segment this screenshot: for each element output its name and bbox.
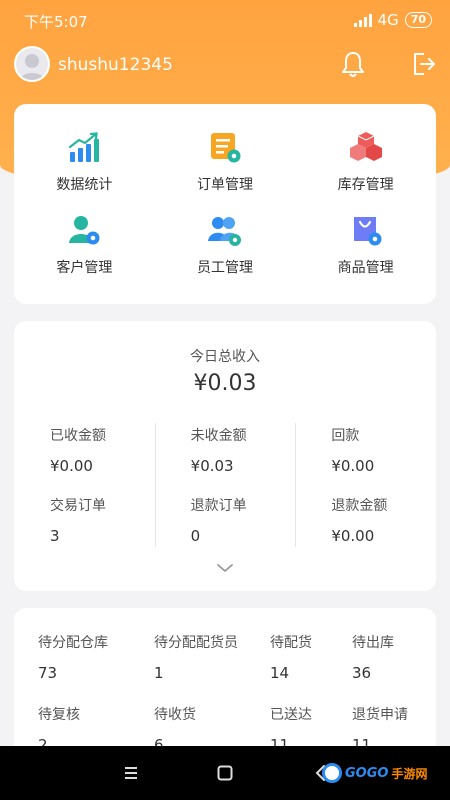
chevron-down-icon[interactable] (215, 561, 235, 575)
stat-label: 交易订单 (50, 498, 106, 514)
boxes-icon (349, 132, 382, 161)
menu-product-management[interactable]: 商品管理 (295, 207, 436, 290)
stat-value: ¥0.03 (190, 457, 234, 475)
income-stats: 已收金额 ¥0.00 交易订单 3 未收金额 ¥0.03 退款订单 0 回款 ¥… (14, 421, 436, 551)
menu-label: 数据统计 (56, 177, 113, 193)
username[interactable]: shushu12345 (58, 55, 173, 75)
order-status-count: 73 (38, 664, 58, 682)
status-right: 4G 70 (353, 11, 432, 29)
stat-value: 0 (190, 527, 201, 545)
battery-icon: 70 (404, 12, 432, 28)
menu-label: 员工管理 (196, 260, 253, 276)
stat-label: 回款 (331, 428, 360, 444)
order-status-label: 待配货 (270, 635, 312, 651)
menu-label: 订单管理 (196, 177, 253, 193)
stats-column: 已收金额 ¥0.00 交易订单 3 (14, 421, 155, 561)
watermark-text: GOGO (345, 765, 389, 781)
bar-chart-icon (69, 132, 100, 162)
menu-customer-management[interactable]: 客户管理 (14, 207, 155, 290)
stat-label: 退款金额 (331, 498, 388, 514)
menu-staff-management[interactable]: 员工管理 (155, 207, 296, 290)
system-nav-bar: GOGO 手游网 (0, 746, 450, 800)
order-status-item[interactable]: 待配货 14 (270, 632, 352, 704)
bag-icon (353, 217, 382, 246)
menu-inventory-management[interactable]: 库存管理 (295, 124, 436, 207)
stat-label: 已收金额 (50, 428, 106, 444)
order-status-label: 待分配配货员 (154, 635, 238, 651)
customer-icon (69, 216, 100, 245)
watermark: GOGO 手游网 (322, 763, 427, 783)
bell-icon[interactable] (340, 50, 366, 78)
order-status-count: 36 (352, 664, 372, 682)
function-menu-grid: 数据统计 订单管理 库存管理 客户管理 员工管理 商品管理 (14, 104, 436, 304)
order-status-label: 待分配仓库 (38, 635, 108, 651)
stat-refund-amount[interactable]: 退款金额 ¥0.00 (331, 495, 436, 561)
menu-label: 库存管理 (337, 177, 394, 193)
top-bar: shushu12345 (0, 44, 450, 88)
stats-column: 未收金额 ¥0.03 退款订单 0 (154, 421, 296, 561)
network-type: 4G (377, 11, 399, 29)
stat-value: ¥0.00 (50, 457, 93, 475)
order-status-label: 待出库 (352, 635, 394, 651)
order-status-label: 待收货 (154, 707, 196, 723)
menu-order-management[interactable]: 订单管理 (155, 124, 296, 207)
menu-label: 商品管理 (337, 260, 394, 276)
stat-label: 未收金额 (190, 428, 247, 444)
stat-value: 3 (50, 527, 60, 545)
watermark-text-2: 手游网 (391, 766, 428, 781)
function-menu-card: 数据统计 订单管理 库存管理 客户管理 员工管理 商品管理 (14, 104, 436, 304)
income-value: ¥0.03 (193, 371, 257, 396)
user-avatar-icon (19, 54, 46, 80)
status-bar: 下午5:07 4G 70 (0, 0, 450, 40)
stat-unreceived[interactable]: 未收金额 ¥0.03 (191, 425, 296, 491)
order-status-item[interactable]: 待分配配货员 1 (154, 632, 270, 704)
signal-icon (353, 13, 372, 27)
staff-icon (207, 217, 241, 246)
battery-level: 70 (410, 13, 426, 26)
stats-column: 回款 ¥0.00 退款金额 ¥0.00 (295, 421, 436, 561)
menu-icon[interactable] (121, 763, 141, 783)
stat-value: ¥0.00 (331, 457, 375, 475)
stat-refund-orders[interactable]: 退款订单 0 (191, 495, 296, 561)
menu-data-statistics[interactable]: 数据统计 (14, 124, 155, 207)
income-title: 今日总收入 (190, 349, 260, 365)
watermark-logo-icon (322, 763, 342, 783)
order-status-item[interactable]: 待分配仓库 73 (38, 632, 154, 704)
avatar[interactable] (14, 46, 50, 82)
income-card: 今日总收入 ¥0.03 已收金额 ¥0.00 交易订单 3 未收金额 ¥0.03… (14, 321, 436, 591)
stat-received[interactable]: 已收金额 ¥0.00 (50, 425, 155, 491)
logout-icon[interactable] (410, 50, 438, 78)
order-doc-icon (210, 133, 241, 163)
order-status-count: 14 (270, 664, 290, 682)
order-status-label: 退货申请 (352, 707, 408, 723)
stat-value: ¥0.00 (331, 527, 375, 545)
menu-label: 客户管理 (56, 260, 113, 276)
order-status-item[interactable]: 待出库 36 (352, 632, 450, 704)
stat-repayment[interactable]: 回款 ¥0.00 (331, 425, 436, 491)
stat-label: 退款订单 (190, 498, 247, 514)
status-time: 下午5:07 (24, 13, 88, 31)
home-icon[interactable] (215, 763, 235, 783)
order-status-label: 待复核 (38, 707, 80, 723)
order-status-label: 已送达 (270, 707, 312, 723)
order-status-count: 1 (154, 664, 164, 682)
stat-trade-orders[interactable]: 交易订单 3 (50, 495, 155, 561)
